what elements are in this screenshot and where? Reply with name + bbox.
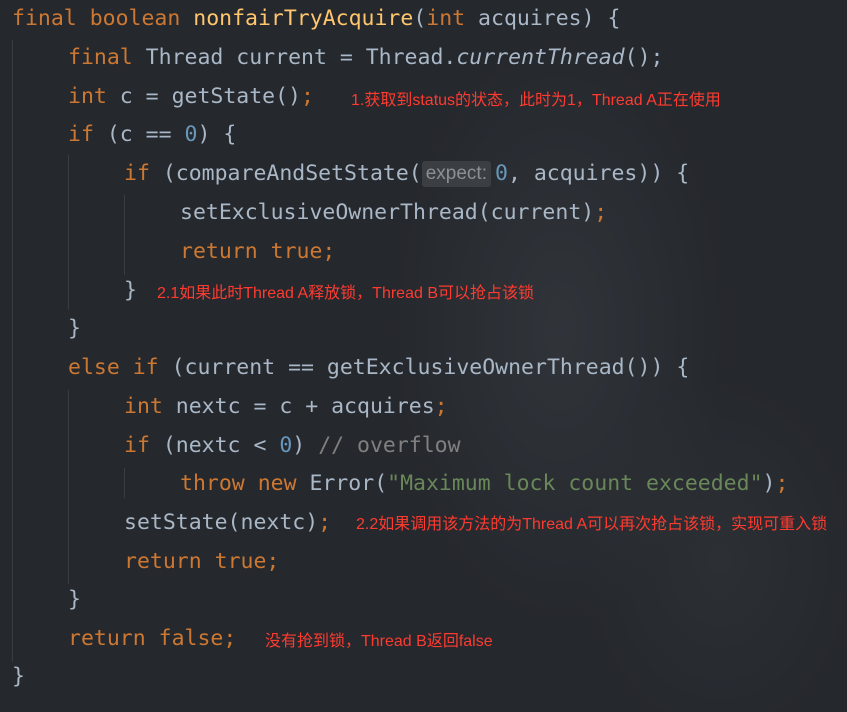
code-line-1[interactable]: final boolean nonfairTryAcquire(int acqu… (12, 4, 620, 34)
keyword: new (257, 471, 297, 496)
keyword: return (68, 626, 146, 651)
semicolon: ; (322, 239, 336, 264)
keyword: if (124, 161, 150, 186)
closing-brace: } (68, 316, 81, 341)
keyword: else (68, 355, 120, 380)
code-line-10[interactable]: else if (current == getExclusiveOwnerThr… (68, 353, 689, 383)
parameter-hint: expect: (421, 161, 491, 187)
keyword: return (124, 549, 202, 574)
code-line-8[interactable]: } (124, 276, 137, 306)
code-text: c = getState() (106, 84, 302, 109)
semicolon: ; (594, 200, 608, 225)
code-text: (c == (93, 122, 185, 147)
code-line-14[interactable]: setState(nextc); (124, 508, 331, 538)
code-text: acquires) { (465, 6, 621, 31)
code-line-4[interactable]: if (c == 0) { (68, 120, 236, 150)
keyword: false (158, 626, 224, 651)
semicolon: ; (301, 84, 314, 109)
keyword: int (68, 84, 107, 109)
code-line-6[interactable]: setExclusiveOwnerThread(current); (180, 198, 607, 228)
code-text: (compareAndSetState( (149, 161, 422, 186)
keyword: throw (180, 471, 245, 496)
code-text: Thread current = Thread. (132, 45, 457, 70)
code-line-15[interactable]: return true; (124, 547, 279, 577)
annotation-4: 没有抢到锁，Thread B返回false (265, 633, 493, 650)
keyword: if (132, 355, 159, 380)
indent-guide (68, 155, 69, 310)
code-line-16[interactable]: } (68, 585, 81, 615)
code-text: nextc = c + acquires (162, 394, 435, 419)
code-line-7[interactable]: return true; (180, 237, 335, 267)
closing-brace: } (12, 664, 25, 689)
keyword: true (214, 549, 267, 574)
closing-brace: } (124, 278, 137, 303)
keyword: int (124, 394, 163, 419)
code-text: , acquires)) { (507, 161, 690, 186)
semicolon: ; (775, 471, 789, 496)
closing-brace: } (68, 587, 81, 612)
code-text: setState(nextc) (124, 510, 319, 535)
indent-guide (12, 40, 13, 662)
code-text: ) (762, 471, 776, 496)
code-text: ) { (197, 122, 237, 147)
semicolon: ; (223, 626, 237, 651)
code-line-13[interactable]: throw new Error("Maximum lock count exce… (180, 469, 788, 499)
semicolon: ; (318, 510, 332, 535)
code-line-2[interactable]: final Thread current = Thread.currentThr… (68, 43, 663, 73)
semicolon: ; (266, 549, 280, 574)
code-line-11[interactable]: int nextc = c + acquires; (124, 392, 448, 422)
keyword: true (270, 239, 323, 264)
code-line-18[interactable]: } (12, 662, 25, 692)
code-text: setExclusiveOwnerThread(current) (180, 200, 595, 225)
code-line-17[interactable]: return false; (68, 624, 236, 654)
indent-guide (68, 390, 69, 584)
semicolon: ; (434, 394, 448, 419)
code-text: ( (413, 6, 427, 31)
indent-guide (124, 195, 125, 275)
static-call: currentThread (456, 45, 625, 70)
number-literal: 0 (494, 161, 508, 186)
code-text: ) (292, 433, 319, 458)
code-line-5[interactable]: if (compareAndSetState(expect: 0, acquire… (124, 159, 689, 189)
number-literal: 0 (184, 122, 198, 147)
annotation-2: 2.1如果此时Thread A释放锁，Thread B可以抢占该锁 (157, 285, 534, 302)
annotation-3: 2.2如果调用该方法的为Thread A可以再次抢占该锁，实现可重入锁 (356, 516, 828, 533)
code-line-12[interactable]: if (nextc < 0) // overflow (124, 431, 461, 461)
annotation-1: 1.获取到status的状态，此时为1，Thread A正在使用 (351, 92, 721, 109)
keyword: if (124, 433, 150, 458)
keyword: final (68, 45, 133, 70)
code-text: (current == getExclusiveOwnerThread()) { (158, 355, 690, 380)
line-comment: // overflow (318, 433, 461, 458)
code-line-9[interactable]: } (68, 314, 81, 344)
number-literal: 0 (279, 433, 293, 458)
keyword: final (12, 6, 77, 31)
keyword: boolean (89, 6, 181, 31)
indent-guide (124, 468, 125, 498)
method-name: nonfairTryAcquire (193, 6, 414, 31)
code-text: Error( (296, 471, 388, 496)
keyword: if (68, 122, 94, 147)
code-text: (); (624, 45, 664, 70)
keyword: int (426, 6, 466, 31)
string-literal: "Maximum lock count exceeded" (387, 471, 763, 496)
code-text: (nextc < (149, 433, 280, 458)
code-line-3[interactable]: int c = getState(); (68, 82, 314, 112)
keyword: return (180, 239, 258, 264)
code-editor[interactable]: final boolean nonfairTryAcquire(int acqu… (0, 0, 847, 712)
